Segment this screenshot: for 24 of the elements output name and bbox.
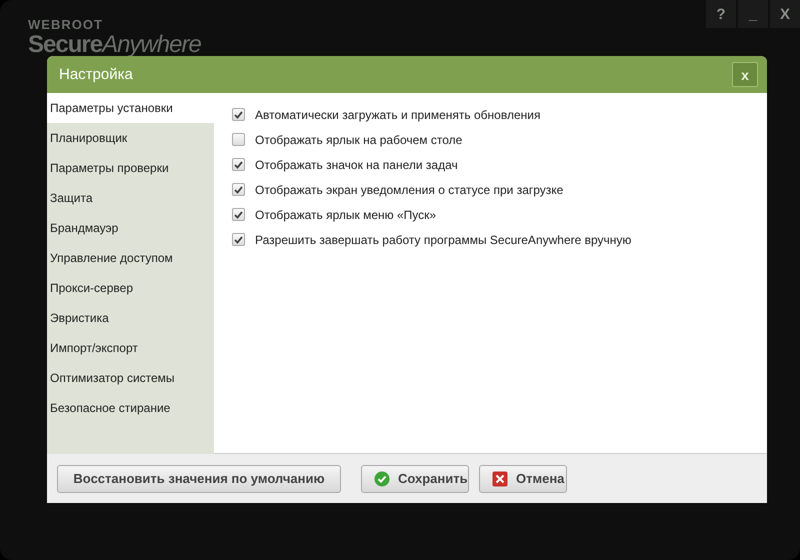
close-button[interactable]: X [770, 0, 800, 28]
restore-defaults-button[interactable]: Восстановить значения по умолчанию [57, 464, 341, 492]
dialog-title: Настройка [59, 66, 133, 83]
checkbox[interactable] [232, 133, 245, 146]
product-name: SecureAnywhere [28, 32, 201, 58]
minimize-button[interactable]: _ [738, 0, 768, 28]
option-label: Отображать ярлык меню «Пуск» [255, 208, 436, 222]
close-icon [492, 470, 508, 486]
brand-name: WEBROOT [28, 18, 103, 32]
checkbox[interactable] [232, 183, 245, 196]
checkbox[interactable] [232, 208, 245, 221]
option-label: Отображать экран уведомления о статусе при загрузке [255, 182, 564, 196]
option-label: Отображать ярлык на рабочем столе [255, 132, 462, 146]
checkbox[interactable] [232, 233, 245, 246]
save-button[interactable]: Сохранить [361, 464, 469, 492]
sidebar-item[interactable]: Параметры установки [47, 93, 214, 123]
checkbox[interactable] [232, 108, 245, 121]
cancel-button[interactable]: Отмена [479, 464, 567, 492]
checkbox[interactable] [232, 158, 245, 171]
option-label: Автоматически загружать и применять обновления [255, 108, 540, 122]
check-icon [374, 470, 390, 486]
option-label: Разрешить завершать работу программы SecureAnywhere вручную [255, 232, 632, 246]
option-label: Отображать значок на панели задач [255, 158, 458, 172]
help-button[interactable]: ? [706, 0, 736, 28]
